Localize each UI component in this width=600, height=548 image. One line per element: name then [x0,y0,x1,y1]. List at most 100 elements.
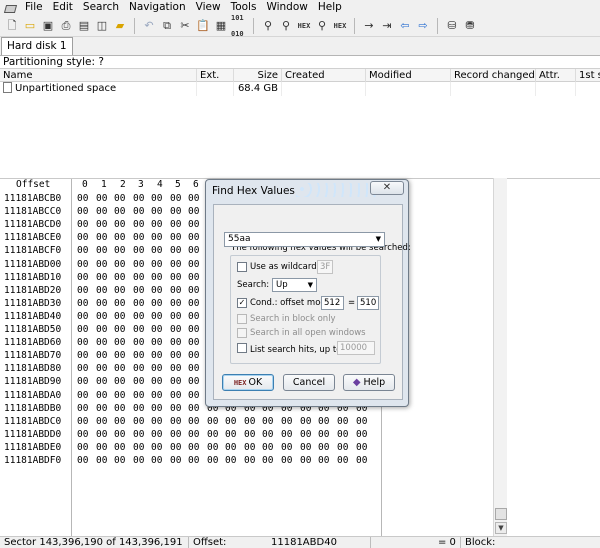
hex-byte[interactable]: 00 [170,323,181,336]
hex-byte[interactable]: 00 [133,231,144,244]
hex-byte[interactable]: 00 [96,310,107,323]
hex-byte[interactable]: 00 [151,375,162,388]
menu-help[interactable]: Help [313,0,347,15]
hex-byte[interactable]: 00 [133,244,144,257]
wildcard-input[interactable]: 3F [317,260,333,274]
hex-byte[interactable]: 00 [188,441,199,454]
hex-byte[interactable]: 00 [337,454,348,467]
print-icon[interactable]: ⎙ [58,18,74,34]
hex-byte[interactable]: 00 [188,402,199,415]
disk-tools-icon[interactable]: ⛁ [444,18,460,34]
find-hex-icon[interactable]: HEX [296,18,312,34]
hex-byte[interactable]: 00 [170,349,181,362]
all-windows-checkbox[interactable] [237,328,247,338]
hex-byte[interactable]: 00 [114,231,125,244]
hex-byte[interactable]: 00 [133,258,144,271]
hex-byte[interactable]: 00 [170,231,181,244]
hex-byte[interactable]: 00 [151,205,162,218]
column-attr[interactable]: Attr. [536,69,576,82]
search-direction-select[interactable]: Up ▼ [272,278,317,292]
hex-byte[interactable]: 00 [170,258,181,271]
hex-byte[interactable]: 00 [151,297,162,310]
hex-byte[interactable]: 00 [225,428,236,441]
hex-byte[interactable]: 00 [151,454,162,467]
hex-byte[interactable]: 00 [188,218,199,231]
hex-byte[interactable]: 00 [188,192,199,205]
hex-byte[interactable]: 00 [96,441,107,454]
hex-byte[interactable]: 00 [170,441,181,454]
wildcard-checkbox[interactable] [237,262,247,272]
open-folder-icon[interactable]: ▰ [112,18,128,34]
hex-byte[interactable]: 00 [244,441,255,454]
hex-byte[interactable]: 00 [262,454,273,467]
hex-byte[interactable]: 00 [244,454,255,467]
hex-byte[interactable]: 00 [77,402,88,415]
hex-byte[interactable]: 00 [133,349,144,362]
hex-byte[interactable]: 00 [188,454,199,467]
hex-byte[interactable]: 00 [188,323,199,336]
menu-view[interactable]: View [191,0,226,15]
open-file-icon[interactable]: ▭ [22,18,38,34]
hex-byte[interactable]: 00 [77,441,88,454]
hex-byte[interactable]: 00 [96,323,107,336]
column-first-sector[interactable]: 1st s [576,69,600,82]
hex-byte[interactable]: 00 [96,271,107,284]
cond-offset-checkbox[interactable]: ✓ [237,298,247,308]
hex-byte[interactable]: 00 [151,323,162,336]
hex-byte[interactable]: 00 [77,297,88,310]
hex-byte[interactable]: 00 [170,428,181,441]
hex-byte[interactable]: 00 [133,375,144,388]
cancel-button[interactable]: Cancel [283,374,335,391]
hex-byte[interactable]: 00 [96,375,107,388]
hex-byte[interactable]: 00 [114,310,125,323]
hex-byte[interactable]: 00 [133,297,144,310]
hex-byte[interactable]: 00 [133,218,144,231]
copy-icon[interactable]: ⧉ [159,18,175,34]
hex-byte[interactable]: 00 [188,428,199,441]
hex-byte[interactable]: 00 [188,231,199,244]
hex-byte[interactable]: 00 [114,323,125,336]
hex-byte[interactable]: 00 [300,454,311,467]
hex-byte[interactable]: 00 [207,428,218,441]
hex-byte[interactable]: 00 [96,297,107,310]
hex-scrollbar[interactable]: ▼ [493,178,507,536]
hex-byte[interactable]: 00 [114,205,125,218]
hex-byte[interactable]: 00 [77,336,88,349]
hex-byte[interactable]: 00 [133,428,144,441]
hex-byte[interactable]: 00 [170,192,181,205]
hex-byte[interactable]: 00 [151,218,162,231]
hex-byte[interactable]: 00 [225,454,236,467]
list-hits-checkbox[interactable] [237,343,247,353]
hex-byte[interactable]: 00 [262,441,273,454]
hex-byte[interactable]: 00 [188,349,199,362]
menu-window[interactable]: Window [261,0,312,15]
hex-byte[interactable]: 00 [244,428,255,441]
hex-byte[interactable]: 00 [170,375,181,388]
forward-icon[interactable]: ⇨ [415,18,431,34]
hex-byte[interactable]: 00 [133,284,144,297]
hex-byte[interactable]: 00 [96,218,107,231]
hex-byte[interactable]: 00 [151,441,162,454]
hex-byte[interactable]: 00 [114,271,125,284]
hex-byte[interactable]: 00 [96,362,107,375]
hex-byte[interactable]: 00 [96,284,107,297]
hex-byte[interactable]: 00 [188,336,199,349]
hex-byte[interactable]: 00 [225,441,236,454]
hex-byte[interactable]: 00 [96,428,107,441]
hex-byte[interactable]: 00 [114,258,125,271]
hex-byte[interactable]: 00 [170,454,181,467]
block-only-checkbox[interactable] [237,314,247,324]
hex-byte[interactable]: 00 [318,441,329,454]
list-hits-input[interactable]: 10000 [337,341,375,355]
ok-button[interactable]: HEX OK [222,374,274,391]
hex-byte[interactable]: 00 [77,271,88,284]
hex-byte[interactable]: 00 [151,271,162,284]
paste-special-icon[interactable]: ▦ [213,18,229,34]
hex-byte[interactable]: 00 [170,218,181,231]
hex-byte[interactable]: 00 [96,205,107,218]
hex-byte[interactable]: 00 [151,310,162,323]
hex-byte[interactable]: 00 [114,349,125,362]
hex-byte[interactable]: 00 [77,362,88,375]
hex-byte[interactable]: 00 [170,362,181,375]
hex-byte[interactable]: 00 [151,402,162,415]
